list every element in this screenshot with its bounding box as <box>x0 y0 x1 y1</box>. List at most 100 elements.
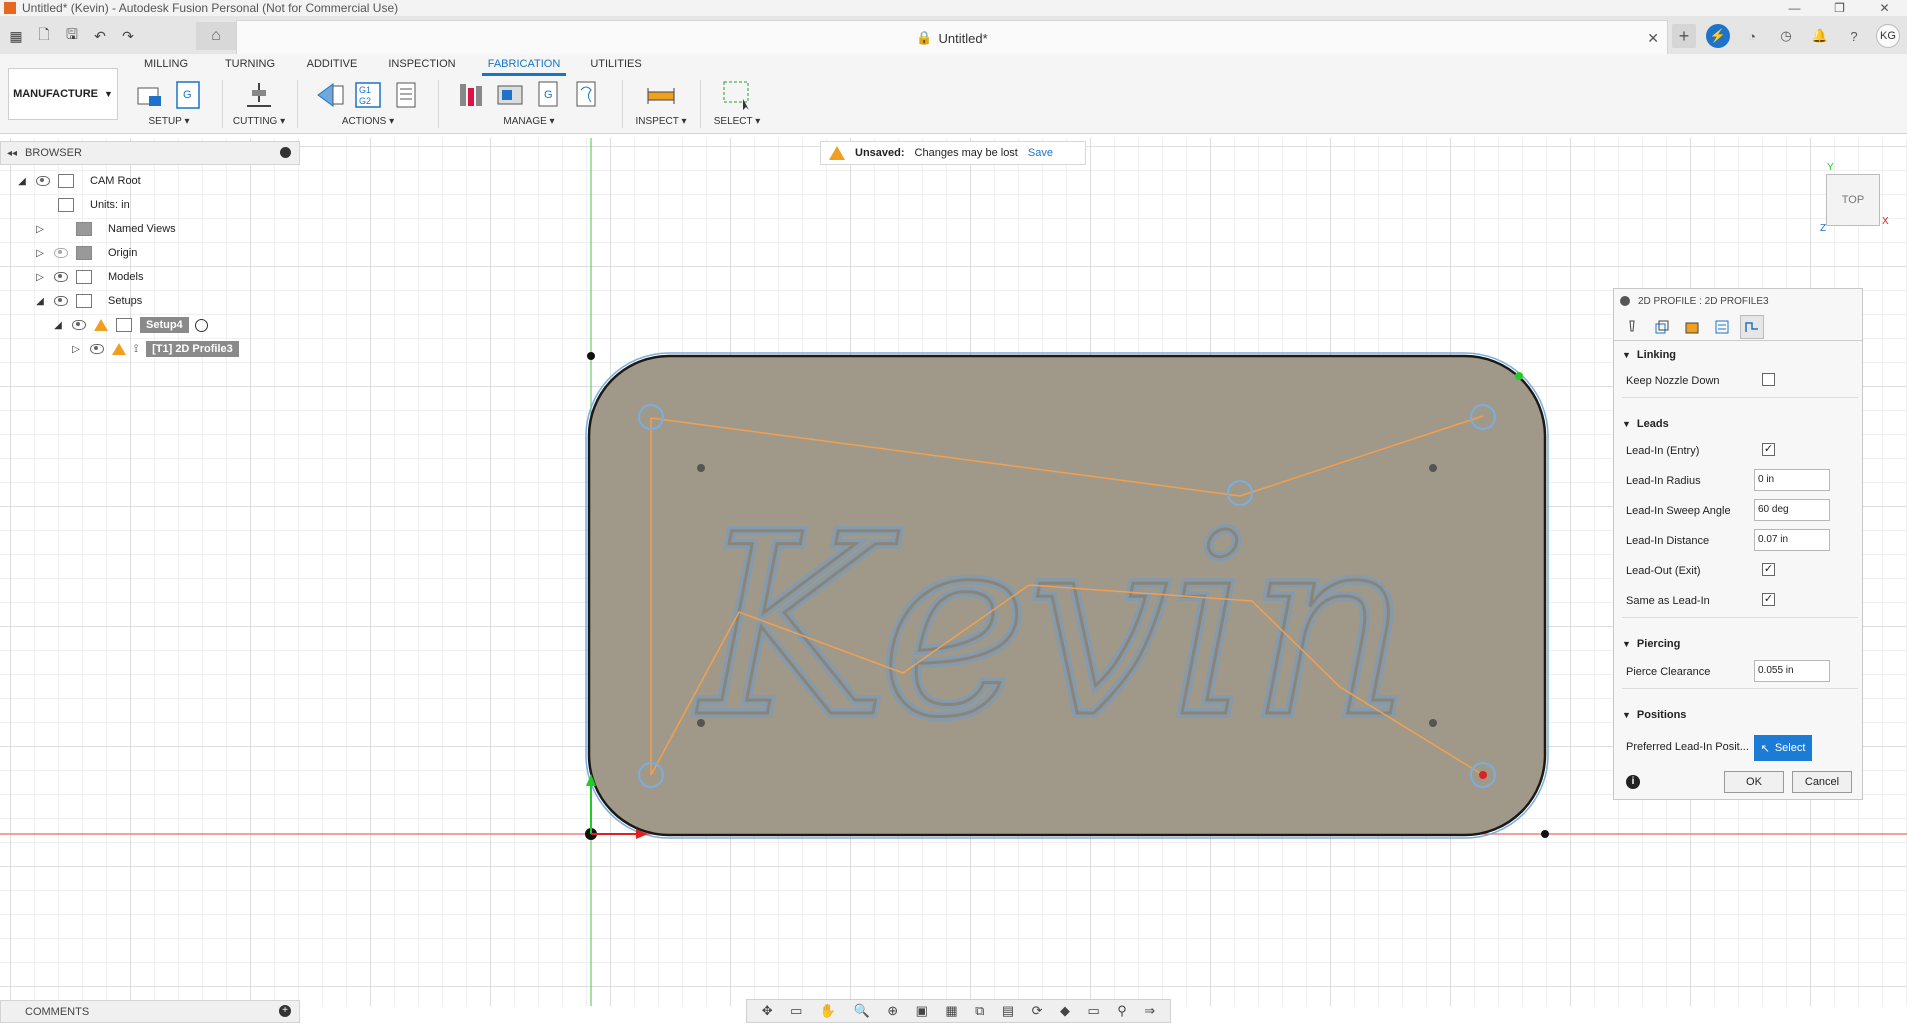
post-library-icon[interactable]: G <box>532 79 564 111</box>
pin-icon[interactable] <box>280 147 291 158</box>
redo-icon[interactable]: ↷ <box>116 24 140 48</box>
select-group-label[interactable]: SELECT ▾ <box>706 116 768 127</box>
setup-sheet-icon[interactable] <box>390 79 422 111</box>
tab-milling[interactable]: MILLING <box>140 54 192 76</box>
post-process-icon[interactable]: G1 G2 <box>352 79 384 111</box>
tree-item-cam-root[interactable]: ◢ CAM Root <box>16 170 141 192</box>
tree-item-models[interactable]: ▷ Models <box>34 266 143 288</box>
select-positions-button[interactable]: ↖ Select <box>1754 735 1812 761</box>
tool-tab-icon[interactable] <box>1620 315 1644 339</box>
tab-fabrication[interactable]: FABRICATION <box>482 54 566 76</box>
visibility-icon[interactable] <box>72 320 86 330</box>
tab-turning[interactable]: TURNING <box>206 54 294 76</box>
tree-item-origin[interactable]: ▷ Origin <box>34 242 137 264</box>
visibility-icon[interactable] <box>54 296 68 306</box>
add-comment-icon[interactable]: + <box>279 1005 291 1017</box>
viewports-icon[interactable]: ⧉ <box>975 1003 984 1019</box>
rotate-icon[interactable]: ⟳ <box>1032 1003 1043 1019</box>
new-tab-icon[interactable]: + <box>1672 24 1696 48</box>
layout-icon[interactable]: ▭ <box>1087 1003 1099 1019</box>
tree-item-setups[interactable]: ◢ Setups <box>34 290 142 312</box>
section-leads[interactable]: ▼ Leads <box>1622 418 1669 430</box>
undo-icon[interactable]: ↶ <box>88 24 112 48</box>
ok-button[interactable]: OK <box>1724 771 1784 793</box>
tree-item-named-views[interactable]: ▷ Named Views <box>34 218 176 240</box>
tab-utilities[interactable]: UTILITIES <box>586 54 646 76</box>
collapsed-icon[interactable]: ▷ <box>34 247 46 259</box>
setup-group-label[interactable]: SETUP ▾ <box>128 116 210 127</box>
machine-library-icon[interactable] <box>494 79 526 111</box>
visibility-icon[interactable] <box>90 344 104 354</box>
cutting-group-label[interactable]: CUTTING ▾ <box>228 116 290 127</box>
tab-additive[interactable]: ADDITIVE <box>304 54 360 76</box>
expanded-icon[interactable]: ◢ <box>34 295 46 307</box>
tree-item-units[interactable]: Units: in <box>58 194 130 216</box>
same-as-lead-in-checkbox[interactable]: ✓ <box>1762 593 1775 606</box>
expanded-icon[interactable]: ◢ <box>52 319 64 331</box>
collapsed-icon[interactable]: ▷ <box>70 343 82 355</box>
nc-program-icon[interactable]: G <box>172 79 204 111</box>
expanded-icon[interactable]: ◢ <box>16 175 28 187</box>
visual-style-icon[interactable]: ◆ <box>1060 1003 1070 1019</box>
save-icon[interactable]: 🖫 <box>60 24 84 48</box>
display-settings-icon[interactable]: ▣ <box>916 1003 928 1019</box>
visibility-icon[interactable] <box>36 176 50 186</box>
collapsed-icon[interactable]: ▷ <box>34 271 46 283</box>
passes-tab-icon[interactable] <box>1710 315 1734 339</box>
template-library-icon[interactable] <box>570 79 602 111</box>
section-linking[interactable]: ▼ Linking <box>1622 349 1676 361</box>
cutting-profile-icon[interactable] <box>243 79 275 111</box>
info-icon[interactable]: i <box>1626 775 1640 789</box>
hidden-visibility-icon[interactable] <box>54 248 68 258</box>
lead-in-checkbox[interactable]: ✓ <box>1762 443 1775 456</box>
simulation-icon[interactable]: ⇒ <box>1144 1003 1155 1019</box>
manage-group-label[interactable]: MANAGE ▾ <box>446 116 612 127</box>
look-at-icon[interactable]: ▭ <box>790 1003 802 1019</box>
tree-item-2d-profile3[interactable]: ▷ ⟟ [T1] 2D Profile3 <box>70 338 239 360</box>
tool-library-icon[interactable] <box>456 79 488 111</box>
measure-icon[interactable] <box>645 79 677 111</box>
section-icon[interactable]: ▤ <box>1002 1003 1014 1019</box>
lead-in-distance-input[interactable]: 0.07 in <box>1754 529 1830 551</box>
help-icon[interactable]: ? <box>1842 24 1866 48</box>
pierce-clearance-input[interactable]: 0.055 in <box>1754 660 1830 682</box>
lead-out-checkbox[interactable]: ✓ <box>1762 563 1775 576</box>
close-tab-icon[interactable]: ✕ <box>1647 30 1659 47</box>
filter-icon[interactable]: ⚲ <box>1117 1003 1127 1019</box>
heights-tab-icon[interactable] <box>1680 315 1704 339</box>
orbit-constraint-icon[interactable]: ✥ <box>762 1003 773 1019</box>
user-avatar[interactable]: KG <box>1876 24 1900 48</box>
minimize-button[interactable]: — <box>1772 0 1817 16</box>
grid-menu-icon[interactable]: ▦ <box>4 24 28 48</box>
clock-icon[interactable]: ◷ <box>1774 24 1798 48</box>
grid-settings-icon[interactable]: ▦ <box>945 1003 957 1019</box>
extensions-icon[interactable]: ⚡ <box>1706 24 1730 48</box>
visibility-icon[interactable] <box>54 272 68 282</box>
job-status-icon[interactable]: ◔ <box>1740 24 1764 48</box>
simulate-icon[interactable] <box>314 79 346 111</box>
linking-tab-icon[interactable] <box>1740 314 1764 339</box>
cancel-button[interactable]: Cancel <box>1792 771 1852 793</box>
section-positions[interactable]: ▼ Positions <box>1622 709 1686 721</box>
fit-icon[interactable]: ⊕ <box>887 1003 898 1019</box>
tree-item-setup4[interactable]: ◢ Setup4 <box>52 314 208 336</box>
notifications-icon[interactable]: 🔔 <box>1808 24 1832 48</box>
pan-icon[interactable]: ✋ <box>820 1003 836 1019</box>
window-select-icon[interactable] <box>721 79 753 111</box>
save-link[interactable]: Save <box>1028 147 1053 159</box>
new-setup-icon[interactable] <box>134 79 166 111</box>
collapse-dialog-icon[interactable] <box>1620 296 1630 306</box>
actions-group-label[interactable]: ACTIONS ▾ <box>306 116 430 127</box>
view-cube[interactable]: TOP <box>1826 174 1880 226</box>
lead-in-radius-input[interactable]: 0 in <box>1754 469 1830 491</box>
restore-button[interactable]: ❐ <box>1817 0 1862 16</box>
collapse-browser-icon[interactable]: ◂◂ <box>7 148 17 159</box>
activate-setup-icon[interactable] <box>194 318 208 332</box>
lead-in-sweep-input[interactable]: 60 deg <box>1754 499 1830 521</box>
workspace-switcher[interactable]: MANUFACTURE ▼ <box>8 68 118 120</box>
tab-inspection[interactable]: INSPECTION <box>384 54 460 76</box>
section-piercing[interactable]: ▼ Piercing <box>1622 638 1680 650</box>
file-menu-icon[interactable]: 🗋 <box>32 24 56 48</box>
home-button[interactable]: ⌂ <box>196 22 236 50</box>
keep-nozzle-down-checkbox[interactable] <box>1762 373 1775 386</box>
